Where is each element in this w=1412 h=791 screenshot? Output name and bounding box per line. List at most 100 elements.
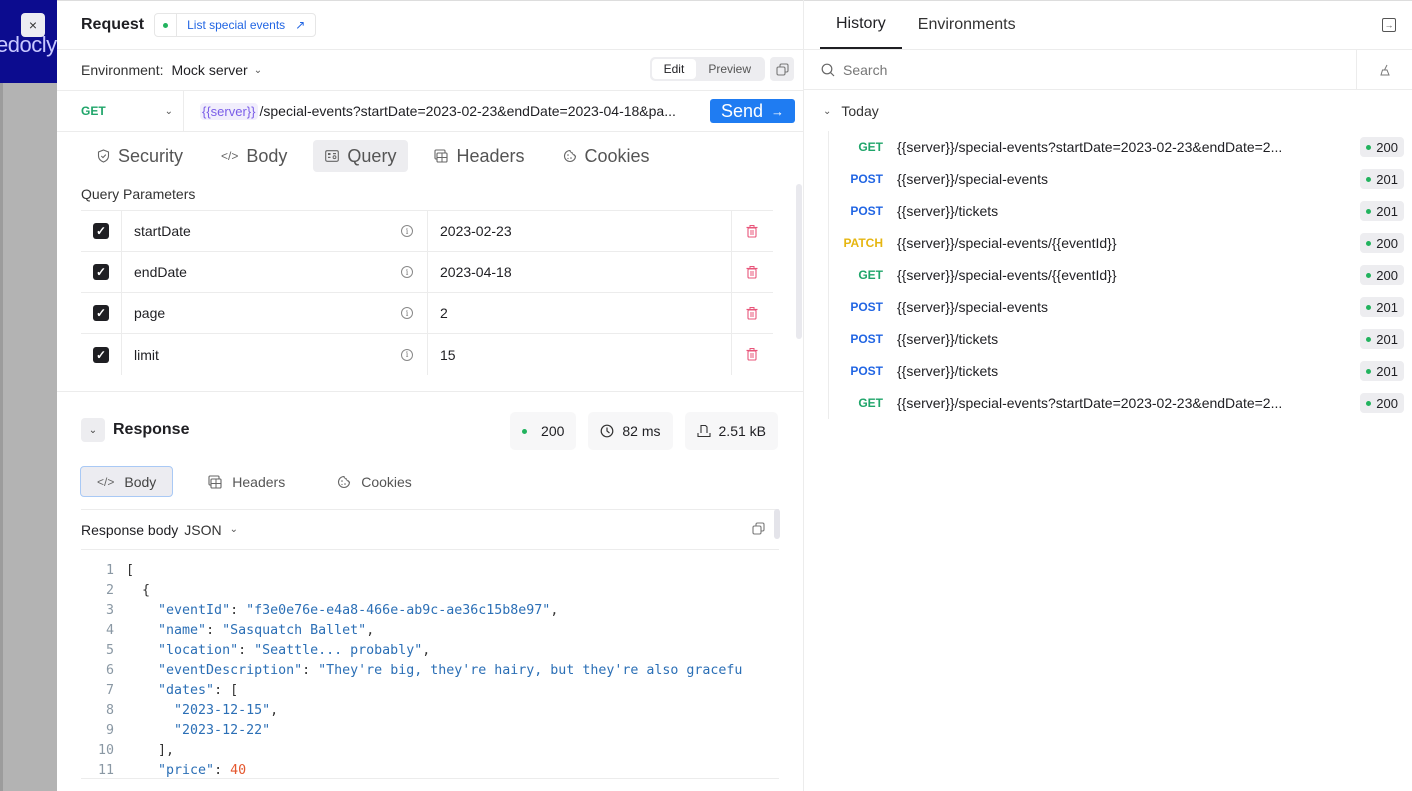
history-status-code: 201: [1376, 171, 1398, 187]
delete-param-button[interactable]: [732, 252, 772, 292]
method-select[interactable]: GET ⌄: [57, 91, 184, 131]
copy-icon: [775, 62, 789, 76]
collapse-panel-icon[interactable]: →: [1382, 18, 1396, 32]
success-dot-icon: [1366, 208, 1372, 214]
close-button[interactable]: ×: [21, 13, 45, 37]
history-url: {{server}}/special-events: [897, 171, 1048, 187]
cookie-icon: [563, 149, 576, 163]
request-scrollbar[interactable]: [796, 184, 802, 339]
json-punctuation: : [: [214, 683, 239, 698]
chevron-down-icon: ⌄: [88, 424, 98, 436]
param-value-input[interactable]: 2023-02-23: [428, 211, 732, 251]
tab-body[interactable]: </> Body: [209, 140, 299, 172]
history-group-today[interactable]: ⌄ Today: [804, 90, 1412, 132]
code-text: "location": "Seattle... probably",: [126, 641, 430, 661]
status-code: 200: [541, 423, 565, 439]
param-enabled-checkbox[interactable]: ✓: [93, 305, 109, 321]
response-format-select[interactable]: JSON ⌄: [184, 522, 238, 538]
line-number: 1: [105, 563, 114, 578]
send-button[interactable]: Send →: [710, 99, 795, 123]
history-item[interactable]: GET {{server}}/special-events/{{eventId}}…: [829, 259, 1412, 291]
history-method: GET: [858, 268, 883, 282]
tab-security[interactable]: Security: [85, 140, 195, 172]
history-search-input[interactable]: [843, 61, 1343, 78]
environment-select[interactable]: Mock server ⌄: [171, 62, 262, 78]
copy-request-button[interactable]: [770, 57, 794, 81]
param-value-input[interactable]: 15: [428, 334, 732, 375]
history-item[interactable]: POST {{server}}/special-events 201: [829, 291, 1412, 323]
cookie-icon: [338, 475, 351, 488]
json-punctuation: :: [238, 643, 255, 658]
history-item[interactable]: POST {{server}}/tickets 201: [829, 195, 1412, 227]
history-item[interactable]: POST {{server}}/tickets 201: [829, 355, 1412, 387]
code-text: "price": 40: [126, 761, 247, 778]
history-item[interactable]: GET {{server}}/special-events?startDate=2…: [829, 131, 1412, 163]
server-variable-chip[interactable]: {{server}}: [200, 102, 258, 120]
download-size-icon: [696, 424, 711, 438]
collapse-response-button[interactable]: ⌄: [81, 418, 105, 442]
line-number: 7: [105, 683, 114, 698]
delete-param-button[interactable]: [732, 293, 772, 333]
query-param-row: ✓ page i 2: [81, 293, 773, 334]
json-punctuation: :: [230, 603, 247, 618]
success-dot-icon: [1366, 240, 1372, 246]
code-text: ],: [126, 741, 174, 761]
clear-history-button[interactable]: [1356, 50, 1412, 89]
response-tabs: </> Body Headers Cookies: [80, 466, 429, 497]
param-enabled-checkbox[interactable]: ✓: [93, 264, 109, 280]
response-tab-cookies[interactable]: Cookies: [320, 466, 429, 497]
delete-param-button[interactable]: [732, 334, 772, 375]
response-scrollbar[interactable]: [774, 509, 780, 539]
info-icon[interactable]: i: [401, 348, 413, 361]
request-tabs: Security </> Body Query Headers Cookies: [57, 132, 803, 180]
json-number: 40: [230, 763, 247, 778]
external-link-icon: ↗: [295, 18, 306, 32]
tab-history[interactable]: History: [820, 1, 902, 49]
copy-response-button[interactable]: [752, 522, 765, 540]
query-param-row: ✓ startDate i 2023-02-23: [81, 211, 773, 252]
json-punctuation: :: [206, 623, 223, 638]
code-text: "name": "Sasquatch Ballet",: [126, 621, 374, 641]
mode-edit-button[interactable]: Edit: [651, 59, 697, 79]
history-item[interactable]: POST {{server}}/special-events 201: [829, 163, 1412, 195]
success-dot-icon: [1366, 304, 1372, 310]
history-list: GET {{server}}/special-events?startDate=2…: [828, 131, 1412, 419]
history-status-badge: 201: [1360, 329, 1404, 349]
history-method: POST: [850, 332, 883, 346]
code-icon: </>: [221, 149, 239, 163]
operation-badge[interactable]: List special events ↗: [154, 13, 317, 37]
mode-preview-button[interactable]: Preview: [696, 59, 763, 79]
param-enabled-checkbox[interactable]: ✓: [93, 223, 109, 239]
info-icon[interactable]: i: [401, 307, 413, 319]
tab-cookies[interactable]: Cookies: [551, 140, 662, 172]
operation-link[interactable]: List special events ↗: [177, 18, 315, 32]
tab-query[interactable]: Query: [313, 140, 409, 172]
history-method: POST: [850, 172, 883, 186]
delete-param-button[interactable]: [732, 211, 772, 251]
history-item[interactable]: POST {{server}}/tickets 201: [829, 323, 1412, 355]
operation-link-label: List special events: [187, 18, 286, 32]
history-item[interactable]: PATCH {{server}}/special-events/{{eventId…: [829, 227, 1412, 259]
tab-environments[interactable]: Environments: [902, 1, 1032, 49]
param-value-input[interactable]: 2023-04-18: [428, 252, 732, 292]
success-dot-icon: [1366, 400, 1372, 406]
history-url: {{server}}/special-events/{{eventId}}: [897, 267, 1117, 283]
json-string: "Seattle... probably": [254, 643, 423, 658]
history-item[interactable]: GET {{server}}/special-events?startDate=2…: [829, 387, 1412, 419]
headers-icon: [434, 149, 449, 163]
response-size-badge: 2.51 kB: [684, 412, 778, 450]
response-tab-body[interactable]: </> Body: [80, 466, 174, 497]
line-number: 3: [105, 603, 114, 618]
chevron-down-icon: ⌄: [164, 105, 173, 117]
code-text: "dates": [: [126, 681, 238, 701]
info-icon[interactable]: i: [401, 225, 413, 237]
param-value-input[interactable]: 2: [428, 293, 732, 333]
response-code-viewer[interactable]: 1[2 {3 "eventId": "f3e0e76e-e4a8-466e-ab…: [81, 561, 779, 779]
tab-headers[interactable]: Headers: [422, 140, 536, 172]
response-tab-headers[interactable]: Headers: [191, 466, 302, 497]
code-text: {: [126, 581, 150, 601]
history-status-code: 200: [1376, 235, 1398, 251]
history-status-code: 201: [1376, 203, 1398, 219]
info-icon[interactable]: i: [401, 266, 413, 278]
param-enabled-checkbox[interactable]: ✓: [93, 346, 109, 363]
